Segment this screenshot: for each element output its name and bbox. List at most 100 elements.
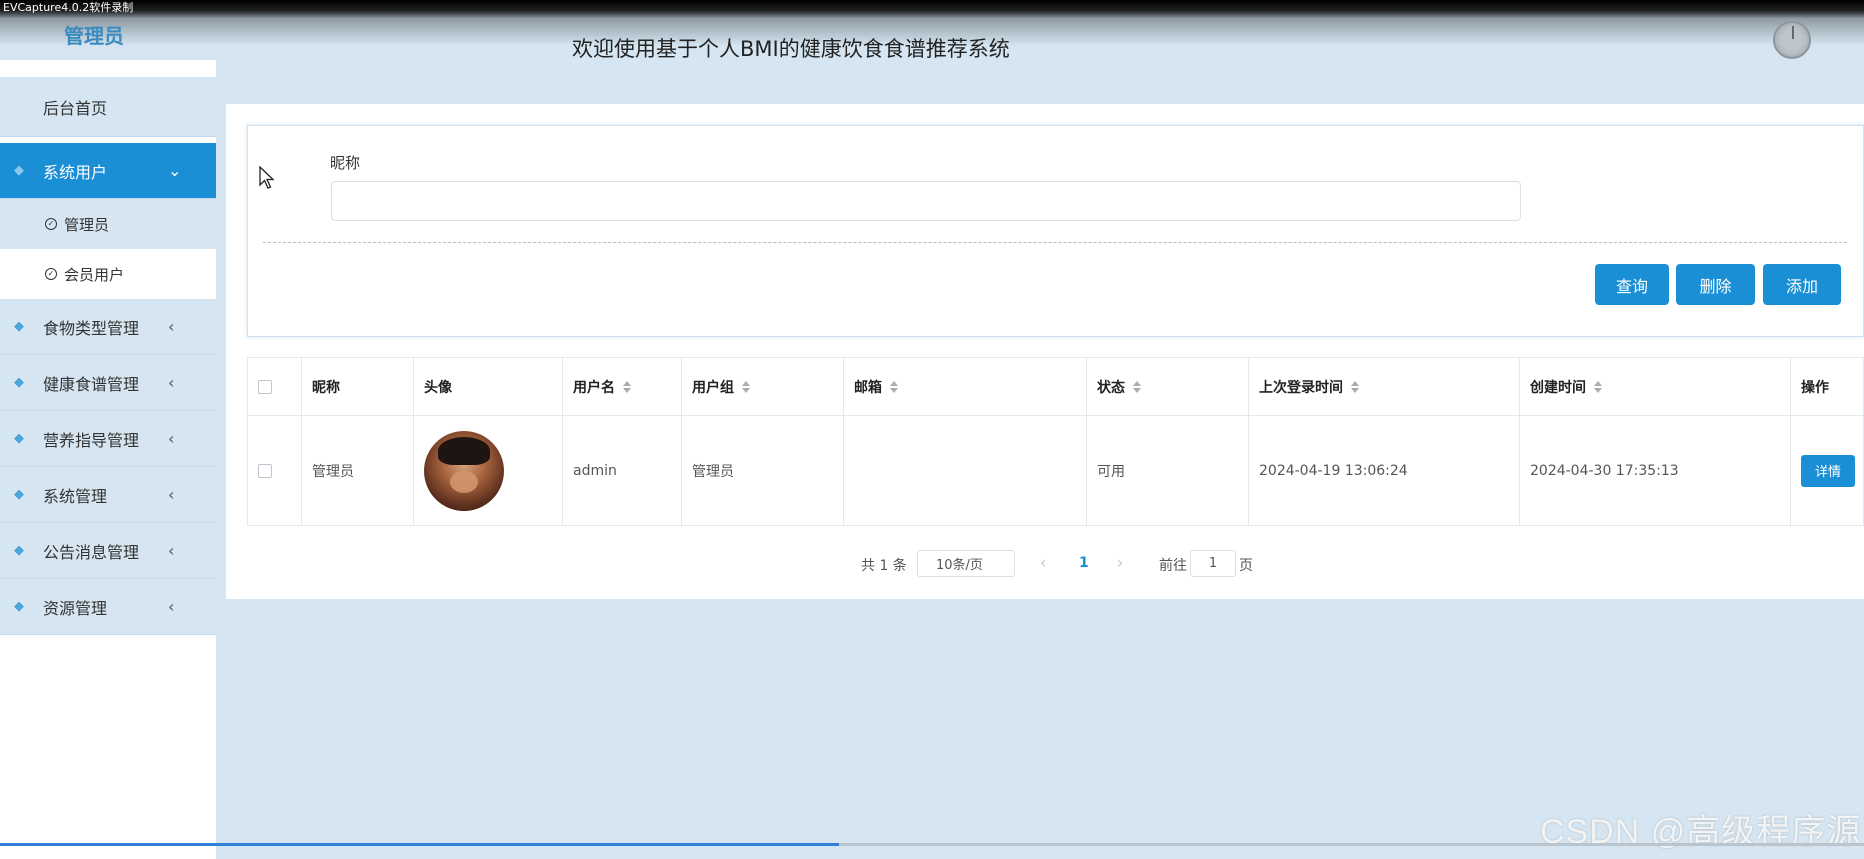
check-circle-icon: ✓ xyxy=(45,218,57,230)
sort-icon[interactable] xyxy=(742,380,750,393)
cell-email xyxy=(844,416,1087,525)
column-header-label: 状态 xyxy=(1097,379,1125,396)
sidebar-item-system[interactable]: ◆ 系统管理 ‹ xyxy=(0,467,216,523)
avatar xyxy=(424,430,504,511)
sidebar-subitem-admin[interactable]: ✓ 管理员 xyxy=(0,199,216,249)
select-all-cell xyxy=(248,358,302,415)
sidebar-item-label: 后台首页 xyxy=(43,98,108,118)
capture-banner: EVCapture4.0.2软件录制 xyxy=(0,0,1864,18)
sidebar-item-label: 健康食谱管理 xyxy=(43,374,140,394)
query-button[interactable]: 查询 xyxy=(1595,264,1669,305)
column-header-label: 头像 xyxy=(424,379,452,396)
loading-spinner-icon xyxy=(1773,21,1811,59)
check-circle-icon: ✓ xyxy=(45,268,57,280)
select-all-checkbox[interactable] xyxy=(258,379,272,394)
sidebar-item-label: 系统用户 xyxy=(43,162,108,182)
diamond-icon: ◆ xyxy=(14,375,24,390)
table-row: 管理员 admin 管理员 可用 2024-04-19 13:06:24 202… xyxy=(247,416,1864,526)
diamond-icon: ◆ xyxy=(14,431,24,446)
column-header-created[interactable]: 创建时间 xyxy=(1520,358,1791,415)
cell-username: admin xyxy=(563,416,682,525)
goto-suffix: 页 xyxy=(1239,558,1253,574)
sidebar-subitem-label: 管理员 xyxy=(64,215,110,234)
chevron-down-icon: ⌄ xyxy=(168,161,182,180)
cell-avatar xyxy=(414,416,563,525)
column-header-status[interactable]: 状态 xyxy=(1087,358,1249,415)
delete-button[interactable]: 删除 xyxy=(1676,264,1755,305)
sort-icon[interactable] xyxy=(623,380,631,393)
column-header-username[interactable]: 用户名 xyxy=(563,358,682,415)
sidebar-item-label: 公告消息管理 xyxy=(43,542,140,562)
column-header-label: 邮箱 xyxy=(854,379,882,396)
row-checkbox[interactable] xyxy=(258,463,272,478)
sidebar-item-resources[interactable]: ◆ 资源管理 ‹ xyxy=(0,579,216,635)
pagination-total: 共 1 条 xyxy=(861,558,907,574)
sidebar-item-nutrition[interactable]: ◆ 营养指导管理 ‹ xyxy=(0,411,216,467)
diamond-icon: ◆ xyxy=(14,319,24,334)
prev-page-icon[interactable]: ‹ xyxy=(1040,553,1046,572)
column-header-avatar: 头像 xyxy=(414,358,563,415)
sidebar-item-label: 食物类型管理 xyxy=(43,318,140,338)
chevron-left-icon: ‹ xyxy=(168,429,175,448)
next-page-icon[interactable]: › xyxy=(1117,553,1123,572)
sidebar: 后台首页 ◆ 系统用户 ⌄ ✓ 管理员 ✓ 会员用户 ◆ 食物类型管理 ‹ ◆ … xyxy=(0,60,216,859)
admin-label: 管理员 xyxy=(64,24,124,48)
sidebar-item-food-types[interactable]: ◆ 食物类型管理 ‹ xyxy=(0,299,216,355)
cell-created: 2024-04-30 17:35:13 xyxy=(1520,416,1791,525)
sidebar-item-label: 营养指导管理 xyxy=(43,430,140,450)
cell-nickname: 管理员 xyxy=(302,416,414,525)
cell-status: 可用 xyxy=(1087,416,1249,525)
diamond-icon: ◆ xyxy=(14,599,24,614)
column-header-label: 上次登录时间 xyxy=(1259,379,1343,396)
page-title: 欢迎使用基于个人BMI的健康饮食食谱推荐系统 xyxy=(572,37,1010,61)
search-panel xyxy=(247,125,1864,337)
cell-last-login: 2024-04-19 13:06:24 xyxy=(1249,416,1520,525)
sort-icon[interactable] xyxy=(1133,380,1141,393)
column-header-label: 用户名 xyxy=(573,379,615,396)
chevron-left-icon: ‹ xyxy=(168,317,175,336)
sidebar-item-system-users[interactable]: ◆ 系统用户 ⌄ xyxy=(0,143,216,199)
column-header-label: 昵称 xyxy=(312,379,340,396)
column-header-label: 用户组 xyxy=(692,379,734,396)
column-header-label: 创建时间 xyxy=(1530,379,1586,396)
sidebar-subitem-members[interactable]: ✓ 会员用户 xyxy=(0,249,216,299)
sidebar-item-label: 系统管理 xyxy=(43,486,108,506)
detail-button[interactable]: 详情 xyxy=(1801,454,1855,487)
sidebar-item-label: 资源管理 xyxy=(43,598,108,618)
chevron-left-icon: ‹ xyxy=(168,597,175,616)
mouse-cursor-icon xyxy=(259,166,275,189)
sort-icon[interactable] xyxy=(890,380,898,393)
table-header: 昵称 头像 用户名 用户组 邮箱 状态 上次登录时间 创建时间 操作 xyxy=(247,357,1864,416)
column-header-nickname: 昵称 xyxy=(302,358,414,415)
current-page[interactable]: 1 xyxy=(1079,555,1089,571)
nickname-label: 昵称 xyxy=(330,154,361,172)
page-size-select[interactable]: 10条/页 xyxy=(917,550,1015,577)
cell-group: 管理员 xyxy=(682,416,844,525)
sidebar-item-recipes[interactable]: ◆ 健康食谱管理 ‹ xyxy=(0,355,216,411)
diamond-icon: ◆ xyxy=(14,543,24,558)
sidebar-subitem-label: 会员用户 xyxy=(64,265,125,284)
nickname-input[interactable] xyxy=(331,181,1521,221)
goto-page-input[interactable]: 1 xyxy=(1190,550,1236,577)
sort-icon[interactable] xyxy=(1594,380,1602,393)
sidebar-item-home[interactable]: 后台首页 xyxy=(0,77,216,137)
chevron-left-icon: ‹ xyxy=(168,485,175,504)
column-header-group[interactable]: 用户组 xyxy=(682,358,844,415)
goto-prefix: 前往 xyxy=(1159,558,1187,574)
cell-actions: 详情 xyxy=(1791,416,1863,525)
chevron-left-icon: ‹ xyxy=(168,541,175,560)
diamond-icon: ◆ xyxy=(14,487,24,502)
divider xyxy=(263,242,1847,243)
column-header-last-login[interactable]: 上次登录时间 xyxy=(1249,358,1520,415)
add-button[interactable]: 添加 xyxy=(1763,264,1841,305)
column-header-actions: 操作 xyxy=(1791,358,1863,415)
column-header-email[interactable]: 邮箱 xyxy=(844,358,1087,415)
video-progress-fill xyxy=(0,843,839,846)
sort-icon[interactable] xyxy=(1351,380,1359,393)
video-progress-bar[interactable] xyxy=(0,843,1864,846)
diamond-icon: ◆ xyxy=(14,163,24,178)
column-header-label: 操作 xyxy=(1801,379,1829,396)
sidebar-item-announcements[interactable]: ◆ 公告消息管理 ‹ xyxy=(0,523,216,579)
row-select-cell xyxy=(248,416,302,525)
chevron-left-icon: ‹ xyxy=(168,373,175,392)
